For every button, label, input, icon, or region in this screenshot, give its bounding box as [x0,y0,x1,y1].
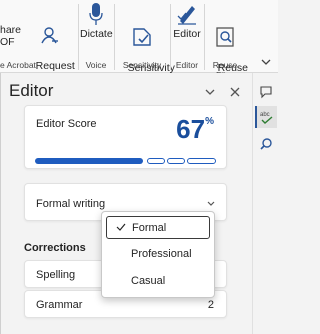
pane-options-chevron-icon[interactable] [204,87,216,97]
corrections-heading: Corrections [24,242,86,254]
correction-label: Spelling [36,269,76,281]
writing-style-dropdown: Formal Professional Casual [101,211,215,298]
group-label-editor: Editor [175,60,199,70]
comments-rail-button[interactable] [255,81,277,103]
editor-score-label: Editor Score [36,118,97,130]
score-progress-segment [167,158,185,164]
editor-check-icon: abc [260,112,273,124]
chevron-down-icon [207,201,215,206]
dictate-label: Dictate [80,28,113,40]
pane-title: Editor [9,81,54,100]
editor-button[interactable]: Editor [172,2,202,40]
ribbon-separator [78,4,79,70]
collapse-ribbon-chevron-icon[interactable] [258,55,274,69]
ribbon-separator [114,4,115,70]
score-unit: % [205,116,214,127]
writing-style-value: Formal writing [36,198,106,210]
editor-label: Editor [173,28,201,40]
option-casual[interactable]: Casual [106,270,210,293]
group-label-sensitivity: Sensitivity [122,60,162,70]
ribbon-separator [204,4,205,70]
comment-icon [260,86,272,99]
svg-text:abc: abc [260,112,270,118]
share-pdf-label: hare OF [0,24,22,48]
sensitivity-icon [133,28,151,46]
score-progress-bar [35,158,216,166]
editor-score-value: 67% [176,114,214,145]
option-label: Casual [131,275,166,287]
editor-rail-button[interactable]: abc [255,106,277,128]
request-signatures-icon [41,27,58,44]
side-rail: abc [252,73,278,334]
group-label-acrobat: e Acrobat [0,60,36,70]
score-progress-segment [147,158,165,164]
dictate-button[interactable]: Dictate [80,2,113,40]
option-professional[interactable]: Professional [106,243,210,266]
score-progress-fill [35,158,143,164]
score-progress-segment [187,158,216,164]
close-icon[interactable] [229,86,241,98]
checkmark-icon [116,223,126,231]
share-pdf-button[interactable]: hare OF [0,24,22,48]
search-rail-button[interactable] [255,133,277,155]
score-number: 67 [176,114,206,144]
option-formal[interactable]: Formal [106,216,210,239]
ribbon: hare OF Request Signatures Dictate Sensi… [0,0,278,86]
search-icon [260,138,272,150]
correction-label: Grammar [36,299,83,311]
ribbon-separator [170,4,171,70]
editor-icon [177,6,196,25]
reuse-files-icon [216,27,234,47]
dictate-icon [89,3,103,25]
option-label: Formal [132,222,167,234]
group-label-voice: Voice [85,60,107,70]
option-label: Professional [131,248,192,260]
correction-count: 2 [207,299,214,311]
